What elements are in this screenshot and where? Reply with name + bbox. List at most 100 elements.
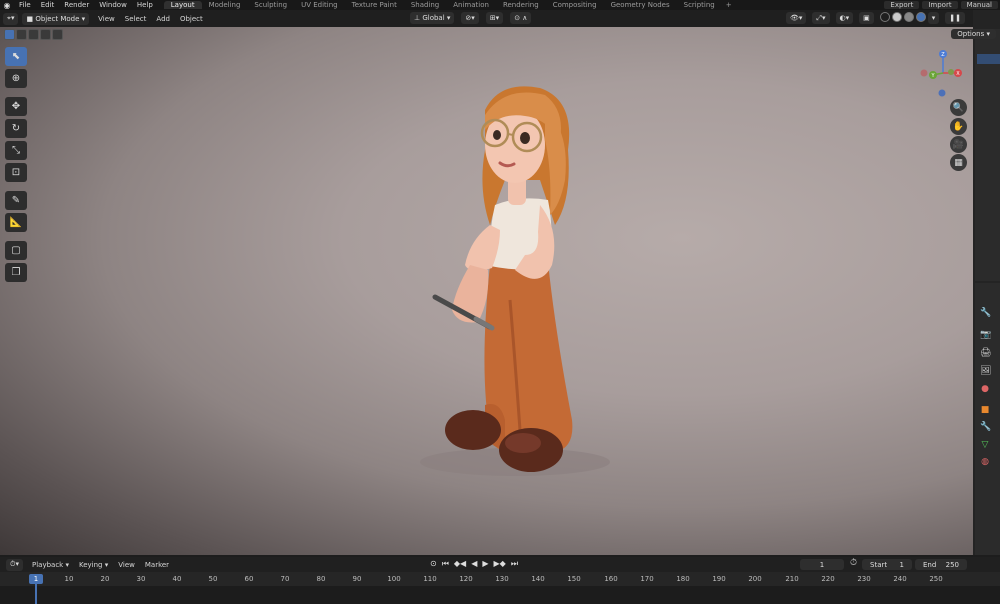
stopwatch-icon[interactable]: ⏱: [850, 558, 857, 568]
pan-hand-icon[interactable]: ✋: [950, 118, 967, 135]
cursor-tool-icon[interactable]: ⊕: [5, 69, 27, 88]
gizmo-toggle[interactable]: ⤢▾: [812, 12, 830, 24]
menu-help[interactable]: Help: [132, 1, 158, 9]
tab-uv-editing[interactable]: UV Editing: [294, 1, 345, 9]
jump-end-icon[interactable]: ⏭: [511, 559, 518, 569]
snap-toggle[interactable]: ⊞▾: [485, 12, 504, 24]
select-extend-icon[interactable]: [16, 29, 27, 40]
outliner-selected-row[interactable]: [977, 54, 1000, 64]
view-layer-properties-icon[interactable]: 🖼: [980, 366, 991, 376]
jump-start-icon[interactable]: ⏮: [442, 559, 449, 569]
outliner-panel[interactable]: [975, 29, 1000, 281]
current-frame-indicator[interactable]: 1: [29, 574, 43, 584]
export-button[interactable]: Export: [884, 1, 920, 9]
modifier-properties-icon[interactable]: 🔧: [980, 422, 991, 432]
orientation-dropdown[interactable]: ⊥ Global ▾: [410, 12, 455, 24]
menu-select[interactable]: Select: [120, 15, 152, 23]
object-properties-icon[interactable]: ■: [980, 405, 990, 415]
3d-viewport[interactable]: [0, 27, 973, 555]
menu-timeline-view[interactable]: View: [113, 561, 140, 569]
gizmo-neg-x-icon[interactable]: [920, 69, 928, 77]
select-intersect-icon[interactable]: [52, 29, 63, 40]
add-object-tool-icon[interactable]: ❐: [5, 263, 27, 282]
menu-view[interactable]: View: [93, 15, 120, 23]
transform-tool-icon[interactable]: ⊡: [5, 163, 27, 182]
overlay-toggle[interactable]: ◐▾: [835, 12, 854, 24]
shading-options-dropdown[interactable]: ▾: [927, 12, 940, 24]
data-properties-icon[interactable]: ▽: [980, 440, 990, 450]
current-frame-field[interactable]: 1: [800, 559, 844, 570]
select-invert-icon[interactable]: [40, 29, 51, 40]
tab-animation[interactable]: Animation: [446, 1, 496, 9]
auto-keying-icon[interactable]: ⊙: [430, 559, 437, 569]
gizmo-neg-y-icon[interactable]: [948, 69, 954, 75]
select-box-tool-icon[interactable]: ⬉: [5, 47, 27, 66]
visibility-dropdown[interactable]: 👁▾: [785, 12, 807, 24]
menu-render[interactable]: Render: [59, 1, 94, 9]
rendered-shading-icon[interactable]: [915, 12, 926, 22]
wireframe-shading-icon[interactable]: [879, 12, 890, 22]
next-keyframe-icon[interactable]: ▶◆: [494, 559, 506, 569]
blender-logo-icon[interactable]: ◉: [0, 1, 14, 10]
material-properties-icon[interactable]: ◍: [980, 457, 990, 467]
add-cube-tool-icon[interactable]: ▢: [5, 241, 27, 260]
gizmo-neg-z-icon[interactable]: [938, 89, 946, 97]
material-shading-icon[interactable]: [903, 12, 914, 22]
play-reverse-icon[interactable]: ◀: [471, 559, 477, 569]
proportional-edit-toggle[interactable]: ⊙ ∧: [510, 12, 532, 24]
mode-dropdown[interactable]: ■ Object Mode ▾: [22, 12, 90, 25]
menu-playback[interactable]: Playback ▾: [27, 561, 74, 569]
frame-ruler[interactable]: 10 20 30 40 50 60 70 80 90 100 110 120 1…: [0, 572, 1000, 586]
zoom-icon[interactable]: 🔍: [950, 99, 967, 116]
menu-edit[interactable]: Edit: [36, 1, 60, 9]
scale-tool-icon[interactable]: ⤡: [5, 141, 27, 160]
end-frame-field[interactable]: End 250: [915, 559, 967, 570]
menu-add[interactable]: Add: [151, 15, 175, 23]
prev-keyframe-icon[interactable]: ◆◀: [454, 559, 466, 569]
editor-type-button[interactable]: ⌖▾: [3, 12, 19, 25]
menu-file[interactable]: File: [14, 1, 36, 9]
tab-modeling[interactable]: Modeling: [202, 1, 248, 9]
tab-compositing[interactable]: Compositing: [546, 1, 604, 9]
options-dropdown[interactable]: Options ▾: [951, 29, 996, 39]
tab-rendering[interactable]: Rendering: [496, 1, 546, 9]
tab-geometry-nodes[interactable]: Geometry Nodes: [604, 1, 677, 9]
perspective-toggle-icon[interactable]: ▦: [950, 154, 967, 171]
menu-object[interactable]: Object: [175, 15, 208, 23]
tab-texture-paint[interactable]: Texture Paint: [345, 1, 404, 9]
manual-button[interactable]: Manual: [960, 1, 998, 9]
timeline-area[interactable]: 10 20 30 40 50 60 70 80 90 100 110 120 1…: [0, 572, 1000, 604]
import-button[interactable]: Import: [922, 1, 958, 9]
ruler-tick: 50: [208, 575, 218, 583]
select-new-icon[interactable]: [4, 29, 15, 40]
camera-view-icon[interactable]: 🎥: [950, 136, 967, 153]
solid-shading-icon[interactable]: [891, 12, 902, 22]
tab-scripting[interactable]: Scripting: [677, 1, 722, 9]
measure-tool-icon[interactable]: 📐: [5, 213, 27, 232]
annotate-tool-icon[interactable]: ✎: [5, 191, 27, 210]
navigation-gizmo[interactable]: Z X Y: [918, 48, 968, 98]
output-properties-icon[interactable]: 🖨: [980, 348, 991, 358]
start-frame-field[interactable]: Start 1: [862, 559, 912, 570]
move-tool-icon[interactable]: ✥: [5, 97, 27, 116]
play-icon[interactable]: ▶: [482, 559, 488, 569]
character-render: [420, 86, 610, 476]
playhead[interactable]: [35, 584, 37, 604]
menu-window[interactable]: Window: [94, 1, 132, 9]
properties-panel[interactable]: [975, 283, 1000, 555]
tool-properties-icon[interactable]: 🔧: [980, 308, 991, 318]
select-subtract-icon[interactable]: [28, 29, 39, 40]
add-workspace-button[interactable]: +: [722, 1, 736, 9]
tab-layout[interactable]: Layout: [163, 1, 202, 9]
render-properties-icon[interactable]: 📷: [980, 330, 991, 340]
timeline-editor-type-button[interactable]: ⏱▾: [6, 558, 23, 571]
menu-marker[interactable]: Marker: [140, 561, 174, 569]
tab-shading[interactable]: Shading: [404, 1, 446, 9]
xray-toggle[interactable]: ▣: [859, 12, 874, 24]
tab-sculpting[interactable]: Sculpting: [247, 1, 294, 9]
pause-icon[interactable]: ❚❚: [945, 12, 965, 24]
pivot-dropdown[interactable]: ⊘▾: [461, 12, 479, 24]
rotate-tool-icon[interactable]: ↻: [5, 119, 27, 138]
menu-keying[interactable]: Keying ▾: [74, 561, 113, 569]
scene-properties-icon[interactable]: ●: [980, 384, 990, 394]
